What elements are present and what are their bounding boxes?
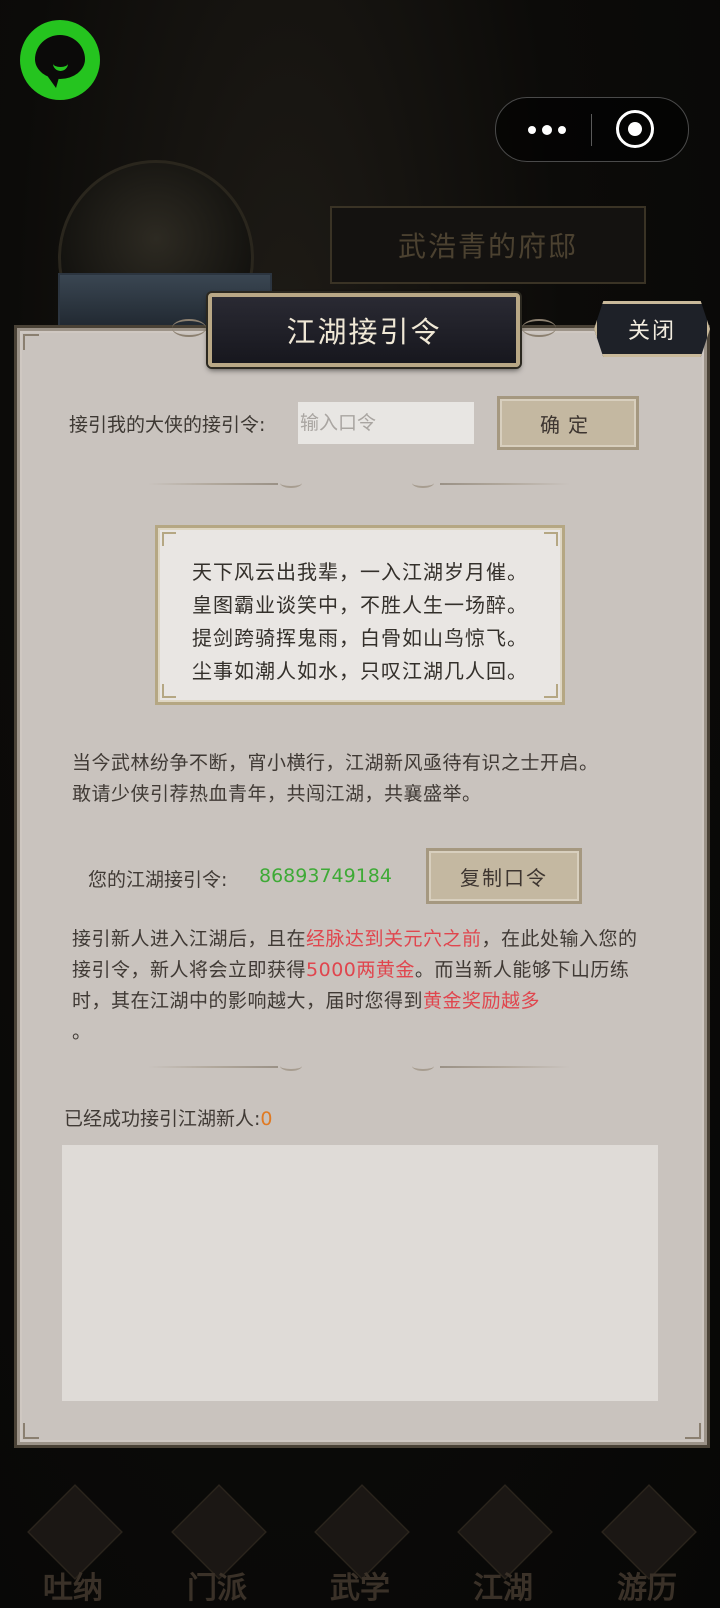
- nav-item-tuna[interactable]: 吐纳: [18, 1484, 128, 1606]
- copy-code-button[interactable]: 复制口令: [426, 848, 582, 904]
- divider: [440, 483, 570, 485]
- divider: [148, 1066, 278, 1068]
- divider-swirl: [280, 478, 302, 488]
- nav-label: 吐纳: [43, 1571, 103, 1606]
- divider: [148, 483, 278, 485]
- rules-highlight: 5000两黄金: [306, 959, 415, 981]
- rules-text: 接引新人进入江湖后，且在经脉达到关元穴之前，在此处输入您的接引令，新人将会立即获…: [72, 924, 652, 1048]
- modal-title: 江湖接引令: [172, 293, 556, 367]
- divider-swirl: [412, 478, 434, 488]
- nav-label: 游历: [617, 1571, 677, 1606]
- app-logo-icon[interactable]: [20, 20, 100, 100]
- success-count-label: 已经成功接引江湖新人:: [64, 1108, 261, 1130]
- confirm-button[interactable]: 确定: [497, 396, 639, 450]
- nav-label: 江湖: [473, 1571, 533, 1606]
- rules-highlight: 经脉达到关元穴之前: [306, 928, 482, 950]
- modal-title-text: 江湖接引令: [286, 315, 442, 349]
- intro-line: 当今武林纷争不断，宵小横行，江湖新风亟待有识之士开启。: [72, 752, 599, 774]
- rules-highlight: 黄金奖励越多: [423, 990, 541, 1012]
- mansion-title-plate: 武浩青的府邸: [330, 206, 646, 284]
- invite-code-input[interactable]: [298, 402, 474, 444]
- title-flourish-left: [172, 319, 206, 337]
- invite-code-label: 接引我的大侠的接引令:: [69, 414, 266, 436]
- corner-ornament: [23, 334, 39, 350]
- miniapp-capsule: [495, 97, 689, 162]
- nav-item-youli[interactable]: 游历: [592, 1484, 702, 1606]
- more-dots-icon-right: [558, 126, 566, 134]
- more-dots-icon-center: [542, 125, 552, 135]
- corner-ornament: [162, 532, 176, 546]
- poem-line: 天下风云出我辈，一入江湖岁月催。: [192, 560, 528, 584]
- nav-label: 武学: [330, 1571, 390, 1606]
- capsule-divider: [591, 114, 592, 146]
- nav-item-jianghu[interactable]: 江湖: [448, 1484, 558, 1606]
- bottom-nav: 吐纳 门派 武学 江湖 游历: [0, 1440, 720, 1608]
- exit-miniapp-button[interactable]: [616, 110, 654, 148]
- poem-frame: 天下风云出我辈，一入江湖岁月催。 皇图霸业谈笑中，不胜人生一场醉。 提剑跨骑挥鬼…: [155, 525, 565, 705]
- success-count-row: 已经成功接引江湖新人:0: [64, 1104, 273, 1131]
- corner-ornament: [544, 532, 558, 546]
- nav-label: 门派: [187, 1571, 247, 1606]
- corner-ornament: [23, 1423, 39, 1439]
- close-button[interactable]: 关闭: [594, 301, 710, 357]
- more-dots-icon: [528, 126, 536, 134]
- corner-ornament: [685, 1423, 701, 1439]
- nav-item-wuxue[interactable]: 武学: [305, 1484, 415, 1606]
- poem-line: 皇图霸业谈笑中，不胜人生一场醉。: [192, 593, 528, 617]
- divider-swirl: [412, 1061, 434, 1071]
- title-flourish-right: [522, 319, 556, 337]
- your-code-value: 86893749184: [259, 865, 392, 887]
- nav-item-menpai[interactable]: 门派: [162, 1484, 272, 1606]
- your-code-label: 您的江湖接引令:: [88, 869, 228, 891]
- poem-line: 尘事如潮人如水，只叹江湖几人回。: [192, 659, 528, 683]
- invitee-list[interactable]: [62, 1145, 658, 1401]
- intro-line: 敢请少侠引荐热血青年，共闯江湖，共襄盛举。: [72, 783, 482, 805]
- rules-text-part: 。: [72, 1021, 92, 1043]
- target-icon-core: [628, 122, 642, 136]
- more-options-button[interactable]: [512, 108, 582, 152]
- divider: [440, 1066, 570, 1068]
- success-count-value: 0: [260, 1108, 273, 1130]
- corner-ornament: [544, 684, 558, 698]
- poem-line: 提剑跨骑挥鬼雨，白骨如山鸟惊飞。: [192, 626, 528, 650]
- rules-text-part: 接引新人进入江湖后，且在: [72, 928, 307, 950]
- divider-swirl: [280, 1061, 302, 1071]
- corner-ornament: [162, 684, 176, 698]
